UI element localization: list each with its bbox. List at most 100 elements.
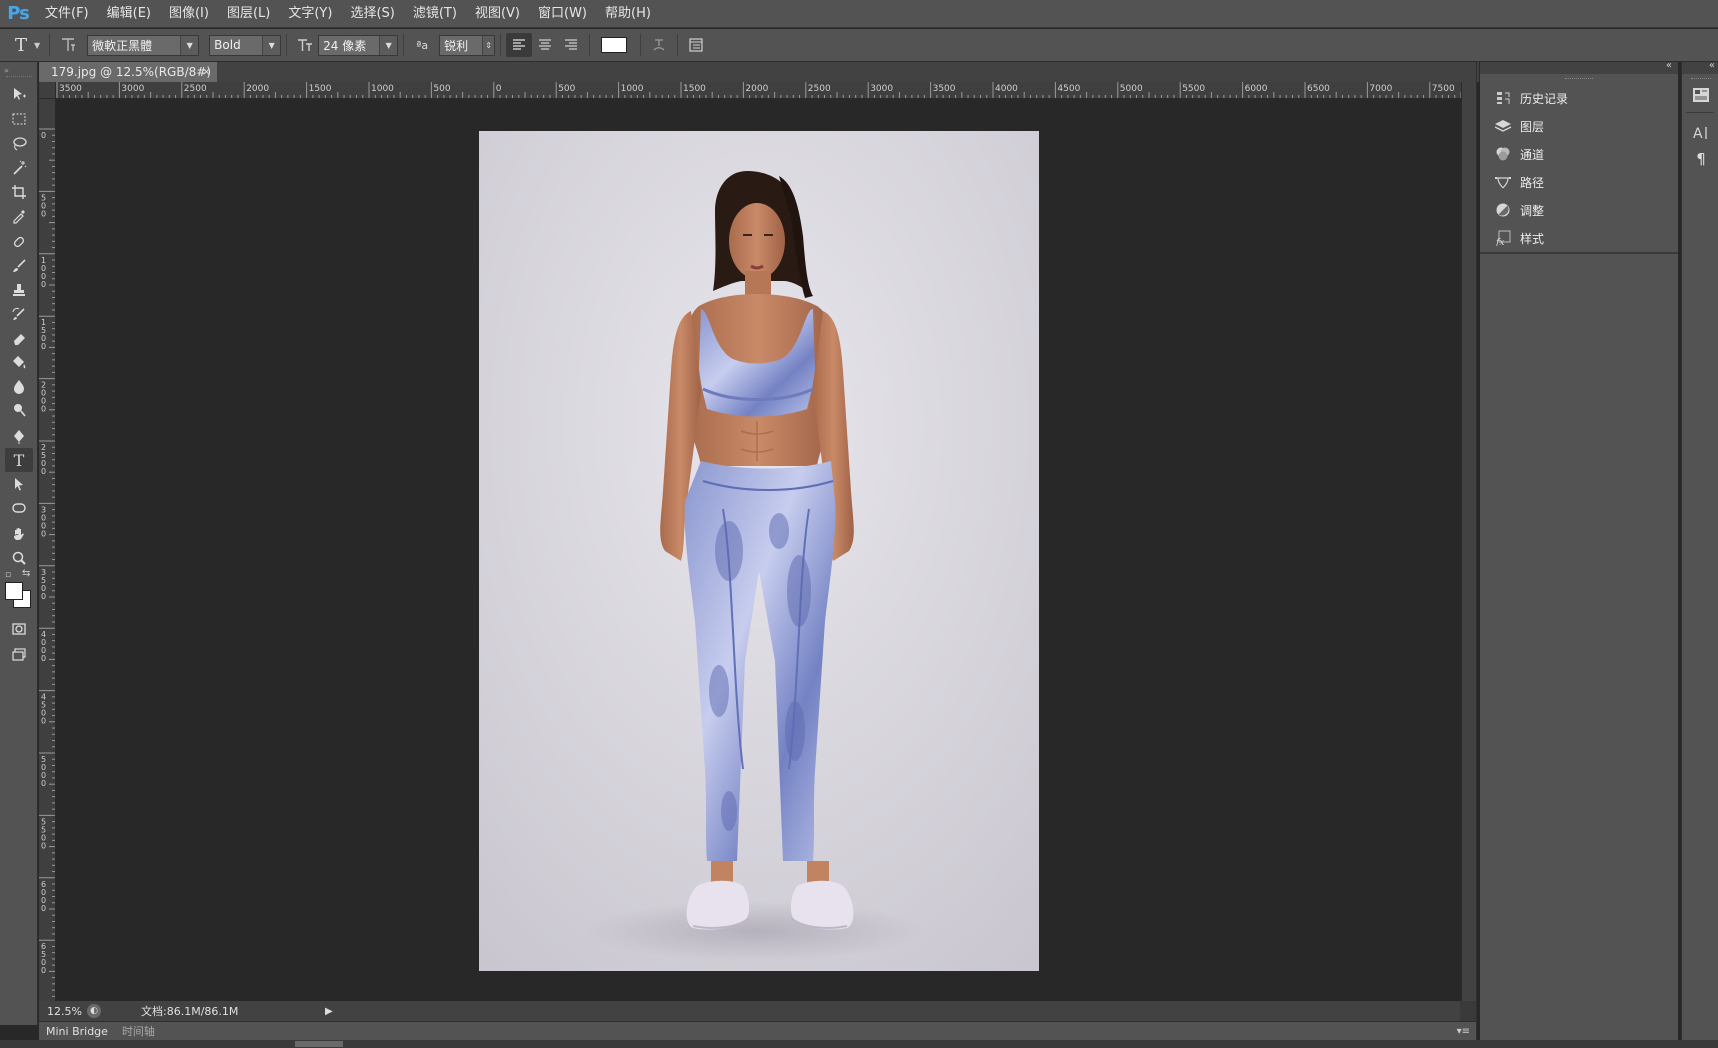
hand-tool-icon[interactable] — [5, 522, 33, 546]
antialias-select[interactable]: 锐利 ⇕ — [439, 34, 496, 56]
default-colors-icon[interactable]: ▫ — [5, 570, 11, 580]
panel-strip-header[interactable]: « — [1682, 60, 1718, 74]
panel-channels[interactable]: 通道 — [1480, 140, 1678, 168]
panel-menu-icon[interactable]: ▾≡ — [1457, 1026, 1470, 1037]
menu-select[interactable]: 选择(S) — [341, 0, 403, 28]
collapse-icon[interactable]: « — [1666, 60, 1672, 71]
text-color-swatch[interactable] — [601, 37, 628, 53]
character-panel-icon[interactable]: A — [1687, 120, 1715, 146]
font-style-value: Bold — [214, 38, 241, 52]
separator — [500, 34, 502, 56]
paint-bucket-tool-icon[interactable] — [5, 350, 33, 374]
antialias-icon: ªa — [416, 38, 429, 52]
photo-model-in-tie-dye-activewear — [479, 131, 1039, 971]
history-brush-tool-icon[interactable] — [5, 302, 33, 326]
ruler-label: 1000 — [621, 84, 644, 94]
menu-window[interactable]: 窗口(W) — [529, 0, 596, 28]
align-center-icon[interactable] — [532, 33, 558, 57]
healing-brush-tool-icon[interactable] — [5, 230, 33, 254]
close-icon[interactable]: × — [202, 62, 211, 82]
menu-type[interactable]: 文字(Y) — [279, 0, 341, 28]
ruler-label: 0 — [41, 966, 46, 975]
collapse-icon[interactable]: « — [1709, 60, 1715, 71]
share-icon[interactable]: ◐ — [87, 1004, 101, 1018]
ruler-label: 3000 — [121, 84, 144, 94]
tool-preset-dropdown-icon[interactable]: ▼ — [34, 41, 40, 50]
tab-mini-bridge[interactable]: Mini Bridge — [39, 1022, 115, 1041]
panel-label: 通道 — [1520, 147, 1545, 162]
ruler-label: 500 — [433, 84, 450, 94]
warp-text-icon[interactable] — [646, 33, 672, 57]
character-panel-toggle-icon[interactable] — [683, 33, 709, 57]
canvas-vertical-scrollbar[interactable] — [1461, 82, 1476, 1022]
font-family-select[interactable]: 微軟正黑體 ▼ — [87, 34, 200, 56]
document-tab[interactable]: 179.jpg @ 12.5%(RGB/8#) × — [39, 62, 217, 82]
ruler-label: 0 — [41, 529, 46, 538]
pen-tool-icon[interactable] — [5, 424, 33, 448]
window-horizontal-scrollbar[interactable] — [0, 1040, 1718, 1048]
panel-layers[interactable]: 图层 — [1480, 112, 1678, 140]
toolbox-collapse-icon[interactable]: » — [4, 66, 9, 75]
panel-paths[interactable]: 路径 — [1480, 168, 1678, 196]
status-menu-arrow-icon[interactable]: ▶ — [325, 1006, 333, 1017]
separator — [589, 34, 591, 56]
scrollbar-thumb[interactable] — [295, 1041, 343, 1047]
screen-mode-icon[interactable] — [5, 643, 33, 667]
menu-filter[interactable]: 滤镜(T) — [404, 0, 466, 28]
zoom-tool-icon[interactable] — [5, 546, 33, 570]
horizontal-ruler[interactable]: 3500 3000 2500 2000 1500 1000 500 0 500 1000 1500 2… — [39, 82, 1461, 99]
crop-tool-icon[interactable] — [5, 180, 33, 204]
path-selection-tool-icon[interactable] — [5, 472, 33, 496]
ruler-label: 4000 — [995, 84, 1018, 94]
menu-layer[interactable]: 图层(L) — [218, 0, 279, 28]
ruler-label: 1000 — [371, 84, 394, 94]
panel-label: 历史记录 — [1520, 91, 1569, 106]
font-style-select[interactable]: Bold ▼ — [209, 34, 282, 56]
document-image[interactable] — [479, 131, 1039, 971]
quick-mask-icon[interactable] — [5, 617, 33, 641]
type-tool-icon[interactable]: T — [5, 448, 33, 472]
ruler-label: 0 — [41, 654, 46, 663]
align-left-icon[interactable] — [506, 33, 533, 57]
properties-panel-icon[interactable] — [1687, 82, 1715, 108]
brush-tool-icon[interactable] — [5, 254, 33, 278]
marquee-tool-icon[interactable] — [5, 107, 33, 131]
status-bar: 12.5% ◐ 文档:86.1M/86.1M ▶ — [39, 1001, 1476, 1021]
foreground-color-swatch[interactable] — [5, 582, 23, 600]
clone-stamp-tool-icon[interactable] — [5, 278, 33, 302]
ruler-origin[interactable] — [39, 82, 56, 99]
blur-tool-icon[interactable] — [5, 374, 33, 398]
zoom-level-field[interactable]: 12.5% — [39, 1005, 87, 1018]
ruler-label: 0 — [41, 841, 46, 850]
align-right-icon[interactable] — [558, 33, 584, 57]
dodge-tool-icon[interactable] — [5, 398, 33, 422]
styles-icon: fx — [1490, 230, 1516, 246]
panel-styles[interactable]: fx 样式 — [1480, 224, 1678, 252]
menu-image[interactable]: 图像(I) — [160, 0, 218, 28]
panel-history[interactable]: 历史记录 — [1480, 84, 1678, 112]
move-tool-icon[interactable] — [5, 82, 33, 106]
text-orientation-toggle-icon[interactable] — [55, 33, 81, 57]
ruler-label: 6500 — [1307, 84, 1330, 94]
swap-colors-icon[interactable]: ⇆ — [22, 568, 30, 579]
magic-wand-tool-icon[interactable] — [5, 156, 33, 180]
lasso-tool-icon[interactable] — [5, 132, 33, 156]
ruler-label: 0 — [41, 592, 46, 601]
separator — [286, 34, 288, 56]
separator — [677, 34, 679, 56]
menu-help[interactable]: 帮助(H) — [596, 0, 660, 28]
font-size-select[interactable]: 24 像素 ▼ — [318, 34, 399, 56]
menu-view[interactable]: 视图(V) — [466, 0, 529, 28]
vertical-ruler[interactable]: 0500100015002000250030003500400045005000… — [39, 99, 56, 1001]
panel-adjustments[interactable]: 调整 — [1480, 196, 1678, 224]
panel-column-header[interactable]: « — [1480, 60, 1678, 74]
eraser-tool-icon[interactable] — [5, 326, 33, 350]
type-tool-preset-icon[interactable]: T — [8, 33, 34, 57]
menu-file[interactable]: 文件(F) — [36, 0, 98, 28]
font-size-icon — [292, 33, 318, 57]
menu-edit[interactable]: 编辑(E) — [98, 0, 160, 28]
tab-timeline[interactable]: 时间轴 — [115, 1022, 162, 1041]
eyedropper-tool-icon[interactable] — [5, 204, 33, 228]
paragraph-panel-icon[interactable]: ¶ — [1687, 146, 1715, 172]
shape-tool-icon[interactable] — [5, 496, 33, 520]
